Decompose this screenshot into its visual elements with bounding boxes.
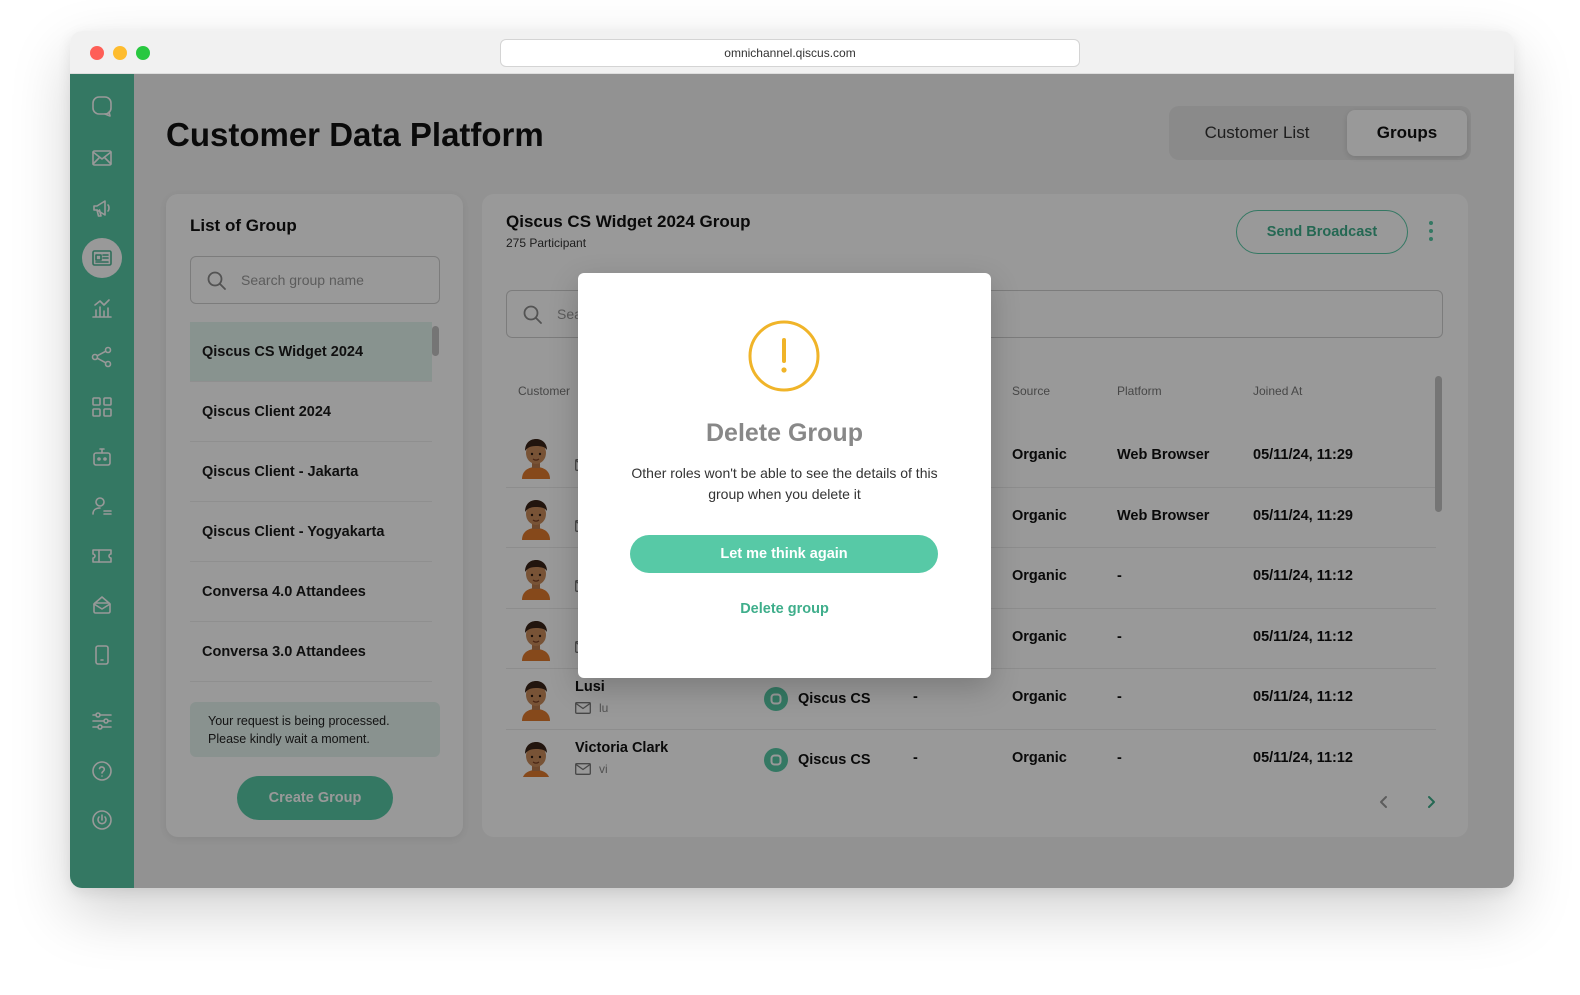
dialog-title: Delete Group <box>706 419 863 447</box>
delete-group-dialog: Delete Group Other roles won't be able t… <box>578 273 991 678</box>
maximize-window-button[interactable] <box>136 46 150 60</box>
delete-group-button[interactable]: Delete group <box>578 601 991 617</box>
let-me-think-again-button[interactable]: Let me think again <box>630 535 938 573</box>
address-bar[interactable]: omnichannel.qiscus.com <box>500 39 1080 67</box>
minimize-window-button[interactable] <box>113 46 127 60</box>
close-window-button[interactable] <box>90 46 104 60</box>
browser-titlebar: omnichannel.qiscus.com <box>70 31 1514 74</box>
warning-icon <box>748 320 820 392</box>
browser-window: omnichannel.qiscus.com Customer Data Pla… <box>70 31 1514 888</box>
dialog-description: Other roles won't be able to see the det… <box>631 465 938 502</box>
